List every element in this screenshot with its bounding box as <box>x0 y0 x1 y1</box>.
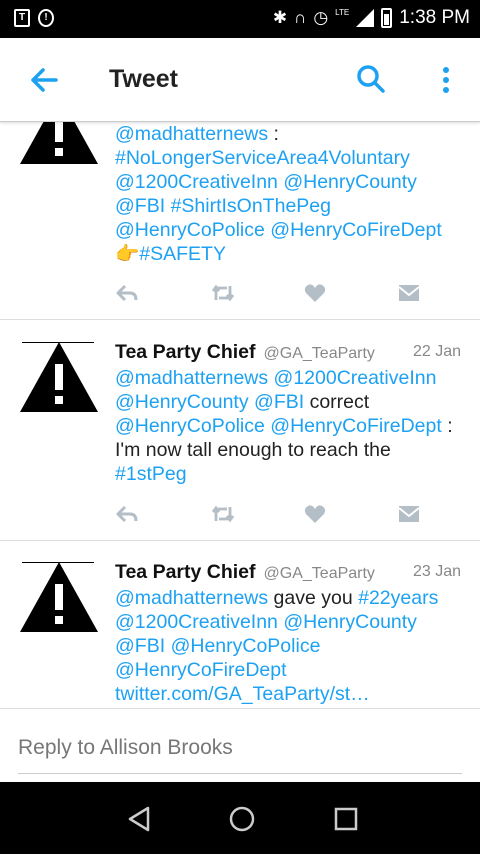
reply-icon[interactable] <box>115 503 139 525</box>
bluetooth-icon: ✱ <box>272 8 288 27</box>
network-type: LTE <box>335 7 350 17</box>
tweet-text: @madhatternews gave you #22years @1200Cr… <box>115 586 467 708</box>
tweet-text: @madhatternews @1200CreativeInn @HenryCo… <box>115 366 467 486</box>
author-name[interactable]: Tea Party Chief <box>115 340 256 364</box>
back-arrow-icon[interactable] <box>26 62 62 98</box>
tweet-body: Tea Party Chief @GA_TeaParty 22 Jan @mad… <box>115 340 467 486</box>
status-bar: T ! ✱ ∩ ◷ LTE 1:38 PM <box>0 0 480 38</box>
tweet-link[interactable]: @madhatternews <box>115 587 268 609</box>
tweet-link[interactable]: twitter.com/GA_TeaParty/st… <box>115 683 370 705</box>
tweet-text: @madhatternews : #NoLongerServiceArea4Vo… <box>115 122 467 266</box>
tweet-link[interactable]: #NoLongerServiceArea4Voluntary <box>115 147 410 169</box>
tweet-text-fragment: correct <box>304 391 370 413</box>
tweet-link[interactable]: #1stPeg <box>115 463 187 485</box>
tweet-link[interactable]: @HenryCoFireDept <box>270 415 442 437</box>
divider <box>0 319 480 320</box>
reply-input[interactable]: Reply to Allison Brooks <box>18 736 233 760</box>
tweet-actions <box>115 282 425 306</box>
home-circle-icon[interactable] <box>227 804 257 834</box>
retweet-icon[interactable] <box>211 503 235 525</box>
tweet-link[interactable]: @HenryCoPolice <box>171 635 321 657</box>
tweet-link[interactable]: @1200CreativeInn <box>115 171 278 193</box>
tweet-link[interactable]: @FBI <box>254 391 304 413</box>
clock: 1:38 PM <box>399 7 470 28</box>
tweet-link[interactable]: @FBI <box>115 635 165 657</box>
tweet-date: 23 Jan <box>412 563 461 580</box>
author-handle[interactable]: @GA_TeaParty <box>264 342 375 366</box>
reply-underline <box>18 773 462 774</box>
tweet-text-fragment: 👉 <box>115 243 140 265</box>
reply-icon[interactable] <box>115 282 139 304</box>
avatar[interactable] <box>18 340 100 416</box>
page-title: Tweet <box>109 65 178 93</box>
tweet-text-fragment: : <box>268 123 279 145</box>
tweet-link[interactable]: @1200CreativeInn <box>274 367 437 389</box>
divider <box>0 540 480 541</box>
tweet-body: Tea Party Chief @GA_TeaParty 23 Jan @mad… <box>115 560 467 708</box>
tweet-link[interactable]: @HenryCoFireDept <box>270 219 442 241</box>
heart-icon[interactable] <box>303 282 327 304</box>
tweet-link[interactable]: @HenryCounty <box>283 171 417 193</box>
tweet-link[interactable]: @madhatternews <box>115 367 268 389</box>
notification-icon: T <box>14 9 30 27</box>
app-bar: Tweet <box>0 38 480 122</box>
tweet-link[interactable]: @HenryCounty <box>115 391 249 413</box>
tweet-link[interactable]: @HenryCoFireDept <box>115 659 287 681</box>
envelope-icon[interactable] <box>397 282 421 304</box>
notification-icons: T ! <box>14 9 54 27</box>
avatar[interactable] <box>18 122 100 168</box>
system-nav-bar <box>0 782 480 854</box>
tweet-link[interactable]: @FBI <box>115 195 165 217</box>
author-name[interactable]: Tea Party Chief <box>115 560 256 584</box>
tweet-link[interactable]: #22years <box>358 587 438 609</box>
avatar[interactable] <box>18 560 100 636</box>
tweet-link[interactable]: @HenryCounty <box>283 611 417 633</box>
alarm-icon: ◷ <box>313 8 329 27</box>
search-icon[interactable] <box>356 64 386 94</box>
more-options-icon[interactable] <box>436 66 456 94</box>
headphones-icon: ∩ <box>294 8 307 27</box>
retweet-icon[interactable] <box>211 282 235 304</box>
tweet-link[interactable]: #SAFETY <box>139 243 226 265</box>
envelope-icon[interactable] <box>397 503 421 525</box>
tweet-actions <box>115 503 425 527</box>
signal-icon <box>356 9 375 27</box>
author-handle[interactable]: @GA_TeaParty <box>264 562 375 586</box>
back-triangle-icon[interactable] <box>124 804 154 834</box>
tweet-link[interactable]: @1200CreativeInn <box>115 611 278 633</box>
conversation-feed: @madhatternews : #NoLongerServiceArea4Vo… <box>0 122 480 708</box>
tweet-link[interactable]: @madhatternews <box>115 123 268 145</box>
tweet-date: 22 Jan <box>412 343 461 360</box>
battery-icon <box>381 8 393 28</box>
hotspot-icon: ! <box>38 9 54 27</box>
tweet-link[interactable]: #ShirtIsOnThePeg <box>171 195 331 217</box>
reply-bar: Reply to Allison Brooks <box>0 708 480 782</box>
heart-icon[interactable] <box>303 503 327 525</box>
status-icons: ✱ ∩ ◷ LTE 1:38 PM <box>273 7 470 29</box>
recents-square-icon[interactable] <box>331 804 361 834</box>
tweet-text-fragment: gave you <box>268 587 359 609</box>
tweet-link[interactable]: @HenryCoPolice <box>115 415 265 437</box>
tweet-link[interactable]: @HenryCoPolice <box>115 219 265 241</box>
